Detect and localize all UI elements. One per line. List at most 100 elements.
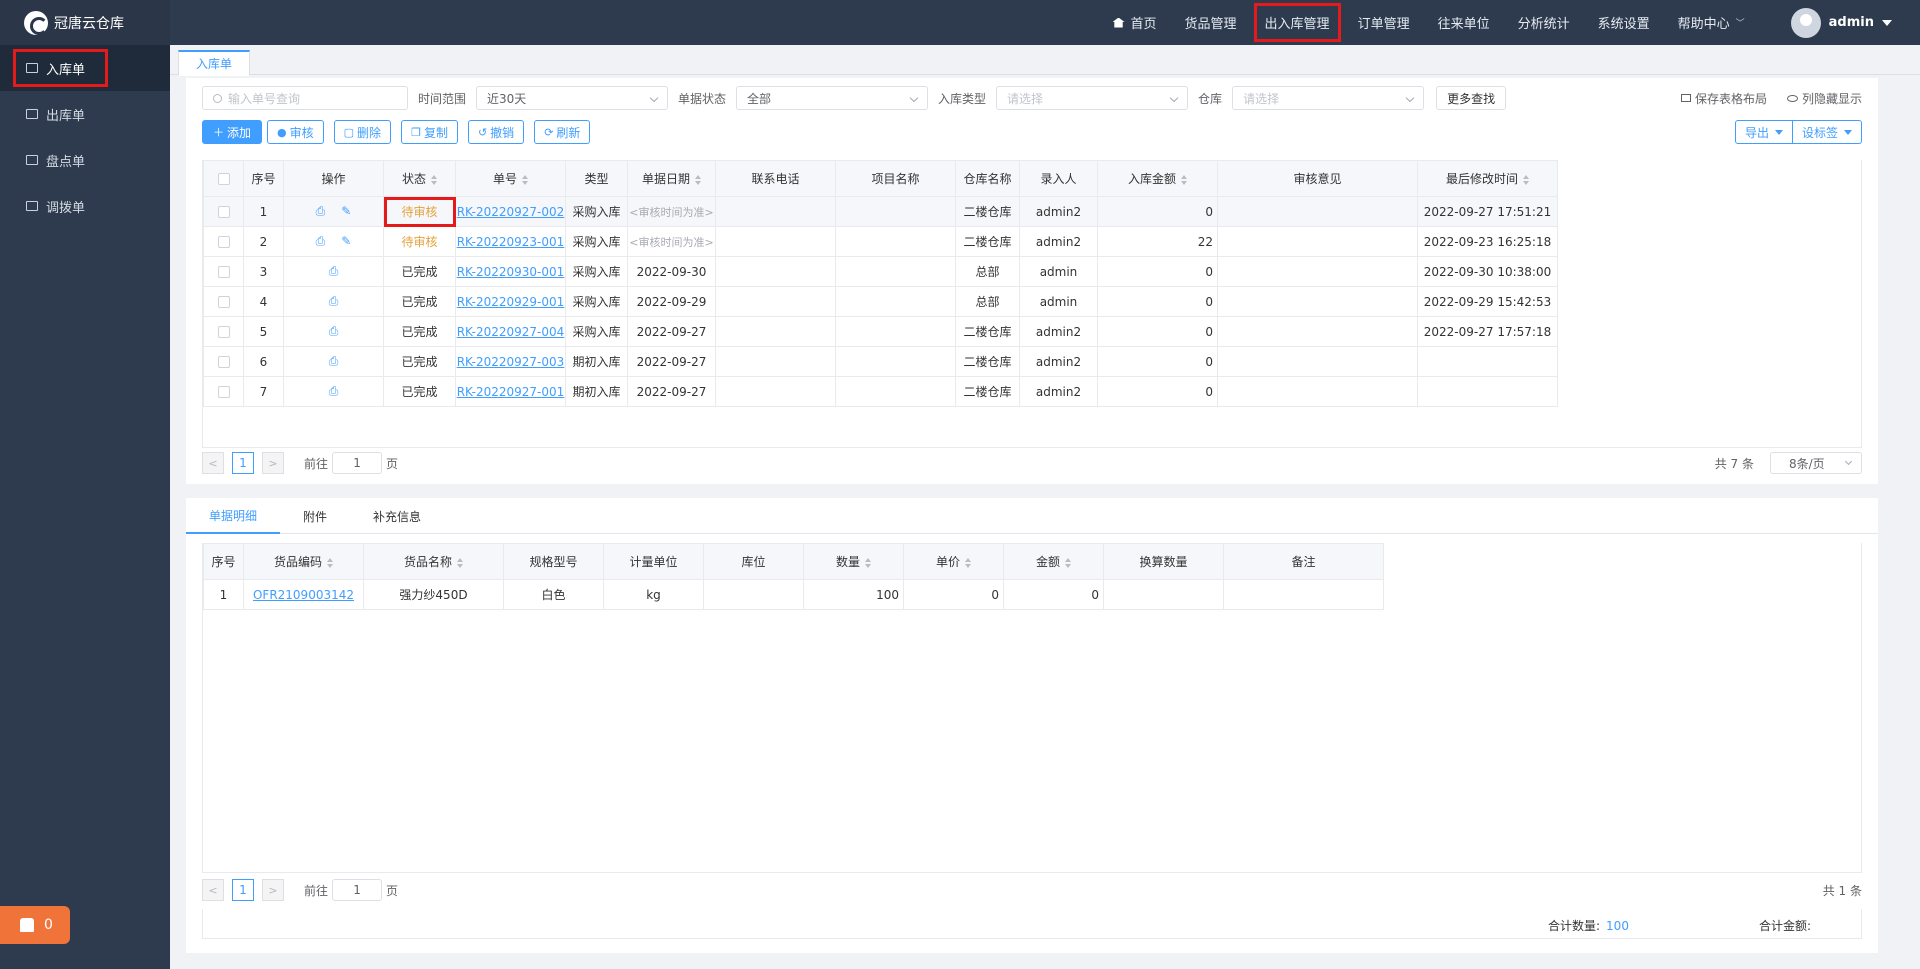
col-qty[interactable]: 数量 bbox=[803, 543, 904, 580]
sidebar-item-outbound[interactable]: 出库单 bbox=[0, 91, 170, 137]
toggle-columns-button[interactable]: 列隐藏显示 bbox=[1786, 90, 1862, 107]
print-icon[interactable]: ⎙ bbox=[329, 294, 339, 309]
table-row[interactable]: 1 ⎙ ✎ 待审核 RK-20220927-002 采购入库 <审核时间为准> 二楼仓库 adm… bbox=[203, 196, 1558, 227]
type-select[interactable]: 请选择 bbox=[996, 86, 1189, 110]
order-no-link[interactable]: RK-20220927-001 bbox=[457, 385, 565, 399]
refresh-button[interactable]: ⟳ 刷新 bbox=[534, 120, 591, 144]
export-button[interactable]: 导出 bbox=[1734, 120, 1793, 144]
table-row[interactable]: 2 ⎙ ✎ 待审核 RK-20220923-001 采购入库 <审核时间为准> 二楼仓库 adm… bbox=[203, 226, 1558, 257]
revoke-button[interactable]: ↺ 撤销 bbox=[467, 120, 525, 144]
nav-analytics[interactable]: 分析统计 bbox=[1504, 0, 1584, 45]
print-icon[interactable]: ⎙ bbox=[329, 354, 339, 369]
sort-icon[interactable] bbox=[1181, 174, 1187, 185]
nav-goods[interactable]: 货品管理 bbox=[1171, 0, 1251, 45]
audit-button[interactable]: ● 审核 bbox=[267, 120, 324, 144]
tab-attachments[interactable]: 附件 bbox=[280, 498, 350, 534]
add-button[interactable]: ＋添加 bbox=[202, 120, 263, 144]
row-checkbox[interactable] bbox=[203, 196, 244, 227]
table-row[interactable]: 5 ⎙ 已完成 RK-20220927-004 采购入库 2022-09-27 二楼仓库 ad… bbox=[203, 316, 1558, 347]
col-code[interactable]: 货品编码 bbox=[243, 543, 364, 580]
cell-order-no[interactable]: RK-20220923-001 bbox=[455, 226, 566, 257]
page-1[interactable]: 1 bbox=[232, 879, 254, 901]
prev-page-button[interactable]: < bbox=[202, 452, 224, 474]
goto-page-input[interactable]: 1 bbox=[332, 452, 383, 474]
print-icon[interactable]: ⎙ bbox=[329, 384, 339, 399]
cell-order-no[interactable]: RK-20220927-001 bbox=[455, 376, 566, 407]
sort-icon[interactable] bbox=[457, 557, 463, 568]
cell-order-no[interactable]: RK-20220929-001 bbox=[455, 286, 566, 317]
tab-inbound[interactable]: 入库单 bbox=[178, 50, 250, 76]
tab-detail[interactable]: 单据明细 bbox=[186, 498, 280, 534]
print-icon[interactable]: ⎙ bbox=[316, 234, 326, 249]
cell-order-no[interactable]: RK-20220927-004 bbox=[455, 316, 566, 347]
row-checkbox[interactable] bbox=[203, 286, 244, 317]
cell-order-no[interactable]: RK-20220930-001 bbox=[455, 256, 566, 287]
goto-page-input[interactable]: 1 bbox=[332, 879, 383, 901]
cell-order-no[interactable]: RK-20220927-002 bbox=[455, 196, 566, 227]
order-no-link[interactable]: RK-20220929-001 bbox=[457, 295, 565, 309]
table-row[interactable]: 6 ⎙ 已完成 RK-20220927-003 期初入库 2022-09-27 二楼仓库 ad… bbox=[203, 346, 1558, 377]
print-icon[interactable]: ⎙ bbox=[329, 264, 339, 279]
save-layout-button[interactable]: 保存表格布局 bbox=[1680, 90, 1767, 107]
col-date[interactable]: 单据日期 bbox=[627, 160, 716, 197]
nav-settings[interactable]: 系统设置 bbox=[1584, 0, 1664, 45]
copy-button[interactable]: ❐ 复制 bbox=[401, 120, 458, 144]
col-status[interactable]: 状态 bbox=[383, 160, 456, 197]
edit-icon[interactable]: ✎ bbox=[341, 234, 351, 248]
order-no-link[interactable]: RK-20220927-003 bbox=[457, 355, 565, 369]
col-amount[interactable]: 金额 bbox=[1003, 543, 1104, 580]
nav-help[interactable]: 帮助中心 ﹀ bbox=[1664, 0, 1759, 45]
set-label-button[interactable]: 设标签 bbox=[1792, 120, 1862, 144]
prev-page-button[interactable]: < bbox=[202, 879, 224, 901]
col-name[interactable]: 货品名称 bbox=[363, 543, 504, 580]
tab-extra-info[interactable]: 补充信息 bbox=[350, 498, 444, 534]
print-icon[interactable]: ⎙ bbox=[329, 324, 339, 339]
cell-code[interactable]: OFR2109003142 bbox=[243, 579, 364, 610]
sort-icon[interactable] bbox=[865, 557, 871, 568]
order-no-link[interactable]: RK-20220927-004 bbox=[457, 325, 565, 339]
table-row[interactable]: 1 OFR2109003142 强力纱450D 白色 kg 100 0 0 bbox=[203, 579, 1384, 610]
row-checkbox[interactable] bbox=[203, 376, 244, 407]
sort-icon[interactable] bbox=[695, 174, 701, 185]
search-input[interactable]: 输入单号查询 bbox=[202, 86, 408, 110]
col-modified[interactable]: 最后修改时间 bbox=[1417, 160, 1558, 197]
table-row[interactable]: 7 ⎙ 已完成 RK-20220927-001 期初入库 2022-09-27 二楼仓库 ad… bbox=[203, 376, 1558, 407]
sort-icon[interactable] bbox=[522, 174, 528, 185]
sort-icon[interactable] bbox=[327, 557, 333, 568]
sidebar-item-inbound[interactable]: 入库单 bbox=[0, 45, 170, 91]
sort-icon[interactable] bbox=[431, 174, 437, 185]
select-all-checkbox[interactable] bbox=[203, 160, 244, 197]
warehouse-select[interactable]: 请选择 bbox=[1232, 86, 1425, 110]
table-row[interactable]: 4 ⎙ 已完成 RK-20220929-001 采购入库 2022-09-29 总部 admi… bbox=[203, 286, 1558, 317]
range-select[interactable]: 近30天 bbox=[476, 86, 669, 110]
next-page-button[interactable]: > bbox=[262, 879, 284, 901]
nav-inout[interactable]: 出入库管理 bbox=[1251, 0, 1344, 45]
sort-icon[interactable] bbox=[965, 557, 971, 568]
more-search-button[interactable]: 更多查找 bbox=[1436, 86, 1507, 110]
status-select[interactable]: 全部 bbox=[736, 86, 929, 110]
cell-order-no[interactable]: RK-20220927-003 bbox=[455, 346, 566, 377]
page-size-select[interactable]: 8条/页 bbox=[1770, 452, 1862, 474]
order-no-link[interactable]: RK-20220927-002 bbox=[457, 205, 565, 219]
sidebar-item-stocktake[interactable]: 盘点单 bbox=[0, 137, 170, 183]
print-icon[interactable]: ⎙ bbox=[316, 204, 326, 219]
goods-code-link[interactable]: OFR2109003142 bbox=[253, 588, 354, 602]
table-row[interactable]: 3 ⎙ 已完成 RK-20220930-001 采购入库 2022-09-30 总部 admi… bbox=[203, 256, 1558, 287]
sidebar-item-transfer[interactable]: 调拨单 bbox=[0, 183, 170, 229]
page-1[interactable]: 1 bbox=[232, 452, 254, 474]
sort-icon[interactable] bbox=[1523, 174, 1529, 185]
row-checkbox[interactable] bbox=[203, 316, 244, 347]
col-price[interactable]: 单价 bbox=[903, 543, 1004, 580]
nav-partners[interactable]: 往来单位 bbox=[1424, 0, 1504, 45]
app-logo[interactable]: 冠唐云仓库 bbox=[0, 0, 170, 45]
row-checkbox[interactable] bbox=[203, 346, 244, 377]
user-menu[interactable]: admin bbox=[1790, 7, 1892, 38]
delete-button[interactable]: ▢ 删除 bbox=[333, 120, 392, 144]
order-no-link[interactable]: RK-20220930-001 bbox=[457, 265, 565, 279]
sort-icon[interactable] bbox=[1065, 557, 1071, 568]
row-checkbox[interactable] bbox=[203, 256, 244, 287]
row-checkbox[interactable] bbox=[203, 226, 244, 257]
col-order-no[interactable]: 单号 bbox=[455, 160, 566, 197]
order-no-link[interactable]: RK-20220923-001 bbox=[457, 235, 565, 249]
nav-orders[interactable]: 订单管理 bbox=[1344, 0, 1424, 45]
